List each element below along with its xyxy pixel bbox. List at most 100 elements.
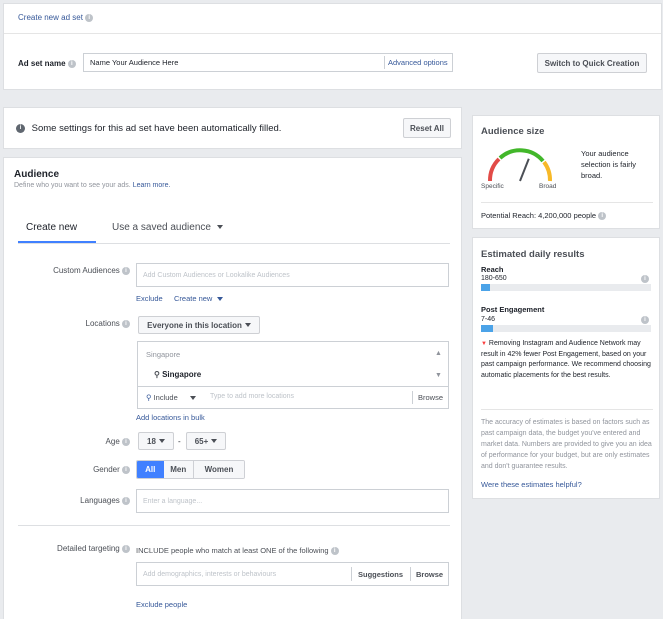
reset-all-button[interactable]: Reset All (403, 118, 451, 138)
reach-bar (481, 284, 651, 291)
adset-header-card: Create new ad set i Ad set name i Name Y… (3, 3, 662, 90)
post-engagement-range: 7-46 (481, 316, 496, 323)
reach-range: 180-650 (481, 275, 507, 282)
create-new-adset-link[interactable]: Create new ad set i (18, 13, 94, 22)
divider (4, 33, 661, 34)
gender-label: Gender i (24, 465, 130, 474)
location-scroll-up-icon[interactable]: ▲ (435, 350, 442, 357)
info-icon: i (16, 123, 25, 133)
detailed-targeting-label: Detailed targeting i (24, 544, 130, 553)
info-icon: i (122, 266, 130, 275)
info-icon: i (122, 544, 130, 553)
input-divider (351, 567, 352, 581)
chevron-down-icon (217, 297, 224, 302)
locations-type-select[interactable]: Everyone in this location (138, 316, 260, 334)
gender-women-button[interactable]: Women (193, 461, 244, 478)
suggestions-button[interactable]: Suggestions (358, 570, 403, 579)
notice-row: i Some settings for this ad set have bee… (16, 123, 281, 134)
locations-box: Singapore ▲ ▼ ⚲ Singapore ⚲ Include Type… (137, 341, 449, 409)
gender-men-button[interactable]: Men (163, 461, 194, 478)
create-new-adset-label[interactable]: Create new ad set (18, 13, 83, 22)
adset-name-label: Ad set name i (18, 59, 76, 68)
card-divider (481, 409, 653, 410)
input-divider (384, 56, 385, 69)
audience-card: Audience Define who you want to see your… (3, 157, 462, 619)
gender-toggle: All Men Women (136, 460, 245, 479)
card-divider (481, 202, 653, 203)
post-engagement-bar-fill (481, 325, 493, 332)
age-max-select[interactable]: 65+ (186, 432, 226, 450)
warning-text: Removing Instagram and Audience Network … (481, 340, 651, 379)
gauge-yellow-arc (542, 160, 552, 182)
info-icon: i (598, 212, 607, 221)
warning-block: ▼ Removing Instagram and Audience Networ… (481, 339, 657, 381)
learn-more-link[interactable]: Learn more. (133, 182, 171, 189)
audience-subtitle: Define who you want to see your ads. Lea… (14, 182, 171, 189)
gauge-green-arc (498, 148, 545, 163)
location-input-row: ⚲ Include Type to add more locations Bro… (138, 386, 448, 408)
create-new-audience-link[interactable]: Create new (174, 294, 224, 303)
tab-saved-audience[interactable]: Use a saved audience (112, 222, 223, 233)
age-min-select[interactable]: 18 (138, 432, 174, 450)
custom-audiences-input[interactable]: Add Custom Audiences or Lookalike Audien… (136, 263, 449, 287)
info-icon: i (641, 275, 649, 283)
detailed-browse-button[interactable]: Browse (416, 570, 443, 579)
chevron-down-icon (244, 323, 251, 327)
gauge-needle (519, 158, 530, 182)
audience-gauge (487, 148, 552, 182)
gauge-broad-label: Broad (539, 183, 557, 190)
info-icon: i (85, 13, 94, 22)
include-select[interactable]: ⚲ Include (146, 393, 196, 402)
audience-size-title: Audience size (481, 126, 545, 137)
audience-size-description: Your audience selection is fairly broad. (581, 149, 637, 180)
warning-icon: ▼ (481, 341, 487, 347)
locations-label: Locations i (24, 319, 130, 328)
age-separator: - (178, 437, 181, 446)
gauge-specific-label: Specific (481, 183, 504, 190)
estimates-helpful-link[interactable]: Were these estimates helpful? (481, 480, 582, 489)
add-locations-bulk-link[interactable]: Add locations in bulk (136, 413, 205, 422)
location-item-singapore[interactable]: ⚲ Singapore (154, 370, 201, 379)
advanced-options-link[interactable]: Advanced options (388, 58, 448, 67)
age-label: Age i (24, 437, 130, 446)
info-icon: i (330, 547, 339, 556)
info-icon: i (641, 316, 649, 324)
daily-results-title: Estimated daily results (481, 249, 585, 260)
tab-create-new[interactable]: Create new (26, 222, 77, 233)
info-icon: i (122, 319, 130, 328)
info-icon: i (122, 437, 130, 446)
custom-audiences-label: Custom Audiences i (24, 266, 130, 275)
info-icon: i (67, 59, 76, 68)
chevron-down-icon (158, 439, 165, 443)
chevron-down-icon (189, 396, 196, 401)
gender-all-button[interactable]: All (137, 461, 164, 478)
reach-label: Reach (481, 265, 504, 274)
location-group-label: Singapore (146, 350, 181, 359)
location-search-input[interactable]: Type to add more locations (210, 393, 294, 400)
detailed-targeting-hint: INCLUDE people who match at least ONE of… (136, 546, 339, 556)
audience-size-card: Audience size Specific Broad Your audien… (472, 115, 660, 229)
info-icon: i (122, 496, 130, 505)
languages-label: Languages i (24, 496, 130, 505)
exclude-people-link[interactable]: Exclude people (136, 600, 187, 609)
location-scroll-down-icon[interactable]: ▼ (435, 372, 442, 379)
input-divider (410, 567, 411, 581)
languages-input[interactable]: Enter a language... (136, 489, 449, 513)
tab-divider (18, 243, 450, 244)
location-browse-button[interactable]: Browse (418, 393, 443, 402)
chevron-down-icon (211, 439, 218, 443)
switch-quick-creation-button[interactable]: Switch to Quick Creation (537, 53, 647, 73)
reach-bar-fill (481, 284, 490, 291)
exclude-link[interactable]: Exclude (136, 294, 163, 303)
location-pin-icon: ⚲ (154, 370, 160, 379)
accuracy-text: The accuracy of estimates is based on fa… (481, 419, 652, 470)
daily-results-card: Estimated daily results Reach 180-650 i … (472, 237, 660, 499)
auto-filled-notice-card: i Some settings for this ad set have bee… (3, 107, 462, 149)
post-engagement-bar (481, 325, 651, 332)
post-engagement-label: Post Engagement (481, 305, 545, 314)
section-divider (18, 525, 450, 526)
gauge-red-arc (487, 157, 501, 182)
location-pin-icon: ⚲ (146, 393, 152, 402)
input-divider (412, 391, 413, 404)
info-icon: i (122, 465, 130, 474)
